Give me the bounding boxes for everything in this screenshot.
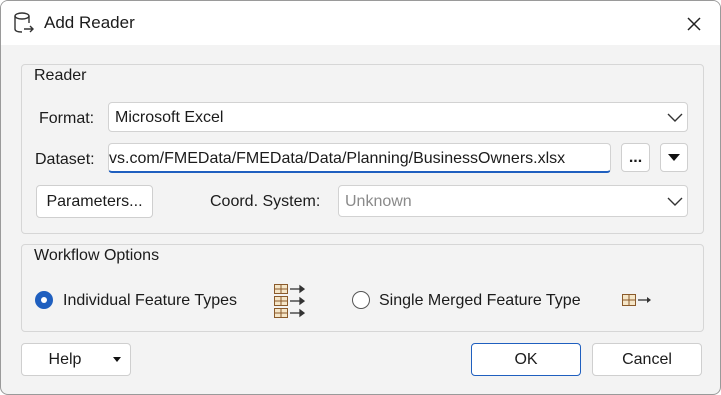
- dialog-title: Add Reader: [44, 13, 135, 32]
- radio-individual-feature-types[interactable]: [35, 291, 53, 309]
- dataset-value: vs.com/FMEData/FMEData/Data/Planning/Bus…: [109, 150, 566, 167]
- help-button[interactable]: Help: [21, 343, 131, 376]
- ok-button-label: OK: [514, 351, 538, 368]
- single-merged-feature-type-label[interactable]: Single Merged Feature Type: [379, 292, 581, 310]
- workflow-options-label: Workflow Options: [34, 247, 160, 264]
- title-bar: Add Reader: [1, 1, 720, 45]
- chevron-down-icon: [667, 113, 683, 122]
- database-reader-icon: [14, 12, 34, 33]
- close-icon[interactable]: [681, 11, 707, 37]
- parameters-button[interactable]: Parameters...: [36, 185, 153, 218]
- cancel-button[interactable]: Cancel: [592, 343, 702, 376]
- reader-group-label: Reader: [34, 67, 87, 84]
- individual-feature-types-label[interactable]: Individual Feature Types: [63, 292, 237, 310]
- format-value: Microsoft Excel: [115, 109, 224, 126]
- triangle-down-icon: [668, 154, 680, 161]
- add-reader-dialog: Add Reader Reader Format: Microsoft Exce…: [0, 0, 721, 395]
- coord-system-value: Unknown: [345, 193, 412, 210]
- dataset-input[interactable]: vs.com/FMEData/FMEData/Data/Planning/Bus…: [108, 143, 611, 173]
- dataset-dropdown-button[interactable]: [660, 143, 688, 172]
- single-feature-type-icon: [622, 294, 651, 306]
- radio-single-merged-feature-type[interactable]: [352, 291, 370, 309]
- coord-system-select[interactable]: Unknown: [338, 185, 688, 217]
- parameters-button-label: Parameters...: [46, 193, 143, 210]
- cancel-button-label: Cancel: [622, 351, 672, 368]
- ok-button[interactable]: OK: [471, 343, 581, 376]
- browse-button[interactable]: ...: [621, 143, 650, 172]
- format-label: Format:: [39, 110, 95, 127]
- triangle-down-icon: [113, 357, 121, 362]
- coord-system-label: Coord. System:: [210, 193, 321, 210]
- dataset-label: Dataset:: [35, 151, 95, 168]
- radio-selected-dot: [41, 297, 47, 303]
- chevron-down-icon: [667, 197, 683, 206]
- browse-button-label: ...: [628, 149, 643, 166]
- multiple-feature-types-icon: [274, 284, 305, 318]
- help-button-label: Help: [48, 351, 82, 368]
- format-select[interactable]: Microsoft Excel: [108, 102, 688, 132]
